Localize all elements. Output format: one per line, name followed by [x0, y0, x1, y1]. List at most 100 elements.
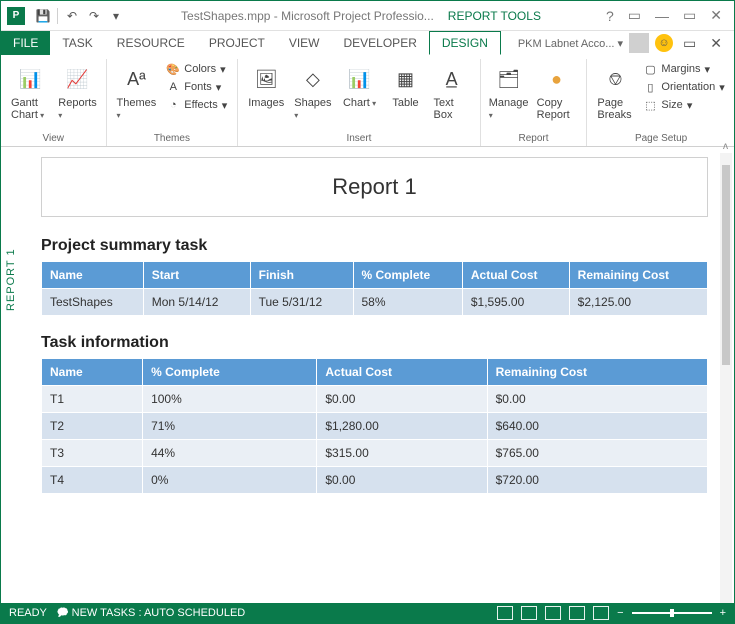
textbox-button[interactable]: A̲Text Box: [432, 61, 472, 123]
themes-button[interactable]: Aª Themes: [115, 61, 159, 123]
mdi-restore-button[interactable]: ▭: [679, 35, 700, 52]
scroll-thumb[interactable]: [722, 165, 730, 365]
colors-button[interactable]: 🎨Colors ▾: [164, 61, 229, 77]
minimize-button[interactable]: —: [651, 8, 673, 24]
tab-project[interactable]: PROJECT: [197, 31, 277, 55]
tab-resource[interactable]: RESOURCE: [105, 31, 197, 55]
copy-label: Copy Report: [537, 97, 577, 121]
save-button[interactable]: 💾: [33, 6, 53, 26]
qat-more-button[interactable]: ▾: [106, 6, 126, 26]
reports-button[interactable]: 📈 Reports: [58, 61, 98, 123]
tab-view[interactable]: VIEW: [277, 31, 332, 55]
quick-access-toolbar: 💾 ↶ ↷ ▾: [29, 6, 130, 26]
zoom-slider[interactable]: [632, 612, 712, 614]
reports-label: Reports: [58, 97, 97, 121]
app-icon: P: [7, 7, 25, 25]
manage-button[interactable]: 🗂Manage: [489, 61, 529, 123]
cell: $2,125.00: [569, 289, 707, 316]
margins-label: Margins: [661, 63, 700, 75]
redo-button[interactable]: ↷: [84, 6, 104, 26]
close-button[interactable]: ✕: [706, 7, 726, 24]
size-button[interactable]: ⬚Size ▾: [641, 97, 726, 113]
ribbon: 📊 Gantt Chart 📈 Reports View Aª Themes 🎨…: [1, 55, 734, 147]
manage-icon: 🗂: [493, 63, 525, 95]
margins-icon: ▢: [643, 62, 657, 76]
table-row[interactable]: T40%$0.00$720.00: [42, 467, 708, 494]
cell: 58%: [353, 289, 462, 316]
mdi-close-button[interactable]: ✕: [706, 35, 726, 52]
col-actual: Actual Cost: [317, 359, 487, 386]
textbox-icon: A̲: [436, 63, 468, 95]
table-icon: ▦: [390, 63, 422, 95]
group-view: 📊 Gantt Chart 📈 Reports View: [1, 59, 107, 146]
view-shortcut-4[interactable]: [569, 606, 585, 620]
help-button[interactable]: ?: [602, 8, 618, 24]
cell: $0.00: [487, 386, 707, 413]
table-row[interactable]: T1100%$0.00$0.00: [42, 386, 708, 413]
cell: $315.00: [317, 440, 487, 467]
status-newtasks[interactable]: 🗭 NEW TASKS : AUTO SCHEDULED: [57, 604, 245, 623]
fonts-label: Fonts: [184, 81, 212, 93]
gantt-label: Gantt Chart: [11, 97, 50, 121]
tab-developer[interactable]: DEVELOPER: [332, 31, 429, 55]
group-themes: Aª Themes 🎨Colors ▾ AFonts ▾ ◔Effects ▾ …: [107, 59, 239, 146]
table-button[interactable]: ▦ Table: [386, 61, 426, 111]
cell: 44%: [143, 440, 317, 467]
group-pagesetup: ⎊Page Breaks ▢Margins ▾ ▯Orientation ▾ ⬚…: [587, 59, 734, 146]
orientation-button[interactable]: ▯Orientation ▾: [641, 79, 726, 95]
shapes-label: Shapes: [294, 97, 331, 121]
table-header-row: Name % Complete Actual Cost Remaining Co…: [42, 359, 708, 386]
collapse-ribbon-button[interactable]: ʌ: [723, 141, 728, 152]
task-table[interactable]: Name % Complete Actual Cost Remaining Co…: [41, 358, 708, 494]
fonts-button[interactable]: AFonts ▾: [164, 79, 229, 95]
view-shortcut-2[interactable]: [521, 606, 537, 620]
images-button[interactable]: 🖼Images: [246, 61, 286, 111]
report-title[interactable]: Report 1: [41, 157, 708, 217]
table-row[interactable]: TestShapes Mon 5/14/12 Tue 5/31/12 58% $…: [42, 289, 708, 316]
tab-task[interactable]: TASK: [50, 31, 104, 55]
shapes-button[interactable]: ◇Shapes: [292, 61, 333, 123]
chart-button[interactable]: 📊Chart: [340, 61, 380, 111]
window-title: TestShapes.mpp - Microsoft Project Profe…: [181, 9, 434, 23]
cell: T2: [42, 413, 143, 440]
copy-report-button[interactable]: ●Copy Report: [535, 61, 579, 123]
zoom-out-button[interactable]: −: [617, 607, 623, 619]
tab-file[interactable]: FILE: [1, 31, 50, 55]
view-shortcut-3[interactable]: [545, 606, 561, 620]
size-icon: ⬚: [643, 98, 657, 112]
effects-button[interactable]: ◔Effects ▾: [164, 97, 229, 113]
view-shortcut-5[interactable]: [593, 606, 609, 620]
ribbon-display-button[interactable]: ▭: [624, 7, 645, 24]
chart-label: Chart: [343, 97, 376, 109]
group-report: 🗂Manage ●Copy Report Report: [481, 59, 588, 146]
col-finish: Finish: [250, 262, 353, 289]
vertical-scrollbar[interactable]: [720, 153, 732, 603]
gantt-chart-button[interactable]: 📊 Gantt Chart: [9, 61, 52, 123]
table-label: Table: [392, 97, 418, 109]
cell: Mon 5/14/12: [143, 289, 250, 316]
cell: 71%: [143, 413, 317, 440]
shapes-icon: ◇: [297, 63, 329, 95]
summary-heading: Project summary task: [41, 237, 708, 255]
summary-table[interactable]: Name Start Finish % Complete Actual Cost…: [41, 261, 708, 316]
col-name: Name: [42, 359, 143, 386]
feedback-icon[interactable]: ☺: [655, 34, 673, 52]
side-tab-report[interactable]: REPORT 1: [5, 248, 17, 311]
undo-button[interactable]: ↶: [62, 6, 82, 26]
zoom-thumb[interactable]: [670, 609, 674, 617]
page-breaks-button[interactable]: ⎊Page Breaks: [595, 61, 635, 123]
zoom-in-button[interactable]: +: [720, 607, 726, 619]
view-shortcut-1[interactable]: [497, 606, 513, 620]
margins-button[interactable]: ▢Margins ▾: [641, 61, 726, 77]
tab-design[interactable]: DESIGN: [429, 31, 501, 55]
avatar[interactable]: [629, 33, 649, 53]
account-menu[interactable]: PKM Labnet Acco... ▾: [518, 37, 623, 50]
cell: $0.00: [317, 467, 487, 494]
table-row[interactable]: T271%$1,280.00$640.00: [42, 413, 708, 440]
col-remaining: Remaining Cost: [569, 262, 707, 289]
maximize-button[interactable]: ▭: [679, 7, 700, 24]
gantt-icon: 📊: [14, 63, 46, 95]
orientation-label: Orientation: [661, 81, 715, 93]
table-row[interactable]: T344%$315.00$765.00: [42, 440, 708, 467]
window-controls: ? ▭ — ▭ ✕: [602, 7, 734, 24]
